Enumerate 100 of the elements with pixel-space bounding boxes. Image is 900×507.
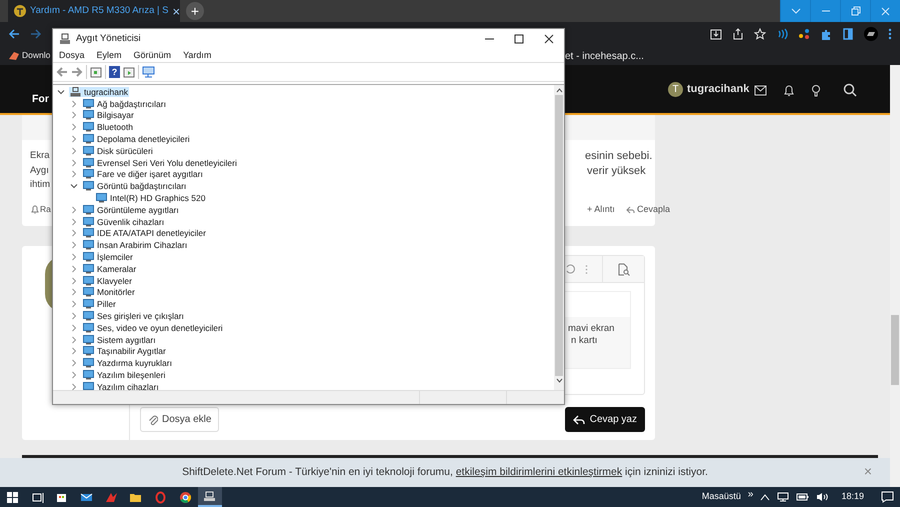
tree-item[interactable]: Bilgisayar <box>82 110 135 120</box>
monitor-scan-icon[interactable] <box>142 66 155 78</box>
scroll-down-icon[interactable] <box>556 378 562 383</box>
collapsed-chevron-icon[interactable] <box>70 312 78 320</box>
battery-icon[interactable] <box>796 493 810 501</box>
user-avatar[interactable]: T <box>668 82 683 97</box>
collapsed-chevron-icon[interactable] <box>70 253 78 262</box>
tree-item[interactable]: Bluetooth <box>82 122 134 132</box>
back-arrow-icon[interactable] <box>56 67 68 77</box>
attach-file-button[interactable]: Dosya ekle <box>140 407 220 432</box>
collapsed-chevron-icon[interactable] <box>70 206 78 214</box>
tree-item[interactable]: IDE ATA/ATAPI denetleyiciler <box>82 228 207 238</box>
collapsed-chevron-icon[interactable] <box>70 300 78 308</box>
tree-item[interactable]: Görüntü bağdaştırıcıları <box>82 181 188 192</box>
tree-item[interactable]: Piller <box>82 299 117 310</box>
username-link[interactable]: tugracihank <box>687 81 750 98</box>
browser-tab[interactable]: Yardım - AMD R5 M330 Arıza | S × <box>8 0 180 22</box>
collapsed-chevron-icon[interactable] <box>70 123 78 132</box>
lightbulb-icon[interactable] <box>811 84 821 96</box>
enable-notifications-link[interactable]: etkileşim bildirimlerini etkinleştirmek <box>456 466 622 478</box>
collapsed-chevron-icon[interactable] <box>70 111 78 120</box>
speaker-icon[interactable] <box>816 492 828 502</box>
desktop-toolbar-label[interactable]: Masaüstü <box>702 490 741 504</box>
bookmark-link[interactable]: et - incehesap.c... <box>565 49 644 64</box>
tree-item[interactable]: Yazılım cihazları <box>82 382 160 390</box>
collapsed-chevron-icon[interactable] <box>70 229 78 238</box>
forum-nav-label[interactable]: For <box>32 92 49 108</box>
menu-item[interactable]: Görünüm <box>134 48 172 62</box>
properties-window-icon[interactable] <box>90 66 102 78</box>
tree-item[interactable]: Intel(R) HD Graphics 520 <box>95 193 206 204</box>
tree-item[interactable]: İşlemciler <box>82 252 134 262</box>
submit-reply-button[interactable]: Cevap yaz <box>564 407 645 432</box>
tree-item[interactable]: Monitörler <box>82 287 136 298</box>
report-link[interactable]: Ra <box>31 203 51 216</box>
expanded-chevron-icon[interactable] <box>70 182 78 190</box>
tree-item[interactable]: İnsan Arabirim Cihazları <box>82 240 188 250</box>
collapsed-chevron-icon[interactable] <box>70 324 78 332</box>
install-icon[interactable] <box>710 28 722 40</box>
menu-item[interactable]: Yardım <box>183 48 212 62</box>
search-icon[interactable] <box>843 83 857 97</box>
collapsed-chevron-icon[interactable] <box>70 158 78 167</box>
tree-item[interactable]: Yazılım bileşenleri <box>82 370 166 380</box>
tree-item[interactable]: Taşınabilir Aygıtlar <box>82 346 167 356</box>
scrollbar-thumb[interactable] <box>555 95 563 376</box>
collapsed-chevron-icon[interactable] <box>70 135 78 144</box>
collapsed-chevron-icon[interactable] <box>70 336 78 344</box>
tree-item[interactable]: Ses, video ve oyun denetleyicileri <box>82 322 224 333</box>
tree-item[interactable]: Ağ bağdaştırıcıları <box>82 98 167 109</box>
mail-icon[interactable] <box>754 84 767 96</box>
notification-center-icon[interactable] <box>881 491 894 503</box>
tree-item[interactable]: Disk sürücüleri <box>82 146 154 156</box>
tree-item[interactable]: Depolama denetleyicileri <box>82 134 191 144</box>
tree-item[interactable]: Güvenlik cihazları <box>82 216 166 227</box>
sidebar-icon[interactable] <box>842 28 854 40</box>
tree-item[interactable]: Sistem aygıtları <box>82 334 157 345</box>
collapsed-chevron-icon[interactable] <box>70 241 78 250</box>
menu-item[interactable]: Dosya <box>59 48 85 62</box>
more-vertical-icon[interactable] <box>888 28 892 40</box>
tree-item[interactable]: tugracihank <box>69 86 129 97</box>
collapsed-chevron-icon[interactable] <box>70 382 78 390</box>
document-search-icon[interactable] <box>617 262 630 276</box>
collapsed-chevron-icon[interactable] <box>70 371 78 380</box>
collapsed-chevron-icon[interactable] <box>70 100 78 108</box>
network-icon[interactable] <box>777 492 790 502</box>
star-icon[interactable] <box>754 28 766 40</box>
profile-avatar-icon[interactable] <box>864 26 878 40</box>
collapsed-chevron-icon[interactable] <box>70 170 78 178</box>
wave-icon[interactable] <box>776 28 788 40</box>
quote-link[interactable]: + Alıntı <box>587 203 615 216</box>
page-scrollbar[interactable] <box>890 65 900 487</box>
collapsed-chevron-icon[interactable] <box>70 218 78 226</box>
tree-item[interactable]: Fare ve diğer işaret aygıtları <box>82 169 204 180</box>
forward-arrow-icon[interactable] <box>71 67 83 77</box>
forward-arrow-icon[interactable] <box>30 28 42 40</box>
tree-item[interactable]: Ses girişleri ve çıkışları <box>82 311 185 322</box>
bell-icon[interactable] <box>783 84 795 96</box>
tree-item[interactable]: Yazdırma kuyrukları <box>82 358 173 368</box>
collapsed-chevron-icon[interactable] <box>70 264 78 273</box>
collapsed-chevron-icon[interactable] <box>70 288 78 296</box>
puzzle-icon[interactable] <box>820 28 832 40</box>
tree-scrollbar[interactable] <box>554 85 564 390</box>
expanded-chevron-icon[interactable] <box>57 88 65 96</box>
tree-item[interactable]: Kameralar <box>82 264 138 274</box>
new-tab-button[interactable]: + <box>186 2 204 20</box>
bookmark-link[interactable]: Downlo <box>22 49 50 62</box>
tab-close-button[interactable]: × <box>172 4 180 18</box>
taskbar-app-button[interactable] <box>198 487 222 507</box>
dots-icon[interactable] <box>798 28 810 40</box>
menu-item[interactable]: Eylem <box>96 48 122 62</box>
help-button[interactable]: ? <box>109 66 120 78</box>
clock-time[interactable]: 18:19 <box>841 490 864 504</box>
reply-link[interactable]: Cevapla <box>626 203 670 216</box>
tree-item[interactable]: Evrensel Seri Veri Yolu denetleyicileri <box>82 158 238 168</box>
tree-item[interactable]: Klavyeler <box>82 276 133 286</box>
toolbar-overflow-button[interactable]: » <box>748 490 754 500</box>
collapsed-chevron-icon[interactable] <box>70 347 78 356</box>
collapsed-chevron-icon[interactable] <box>70 359 78 368</box>
undo-icon[interactable] <box>565 264 575 274</box>
collapsed-chevron-icon[interactable] <box>70 146 78 155</box>
chevron-up-icon[interactable] <box>760 493 770 501</box>
